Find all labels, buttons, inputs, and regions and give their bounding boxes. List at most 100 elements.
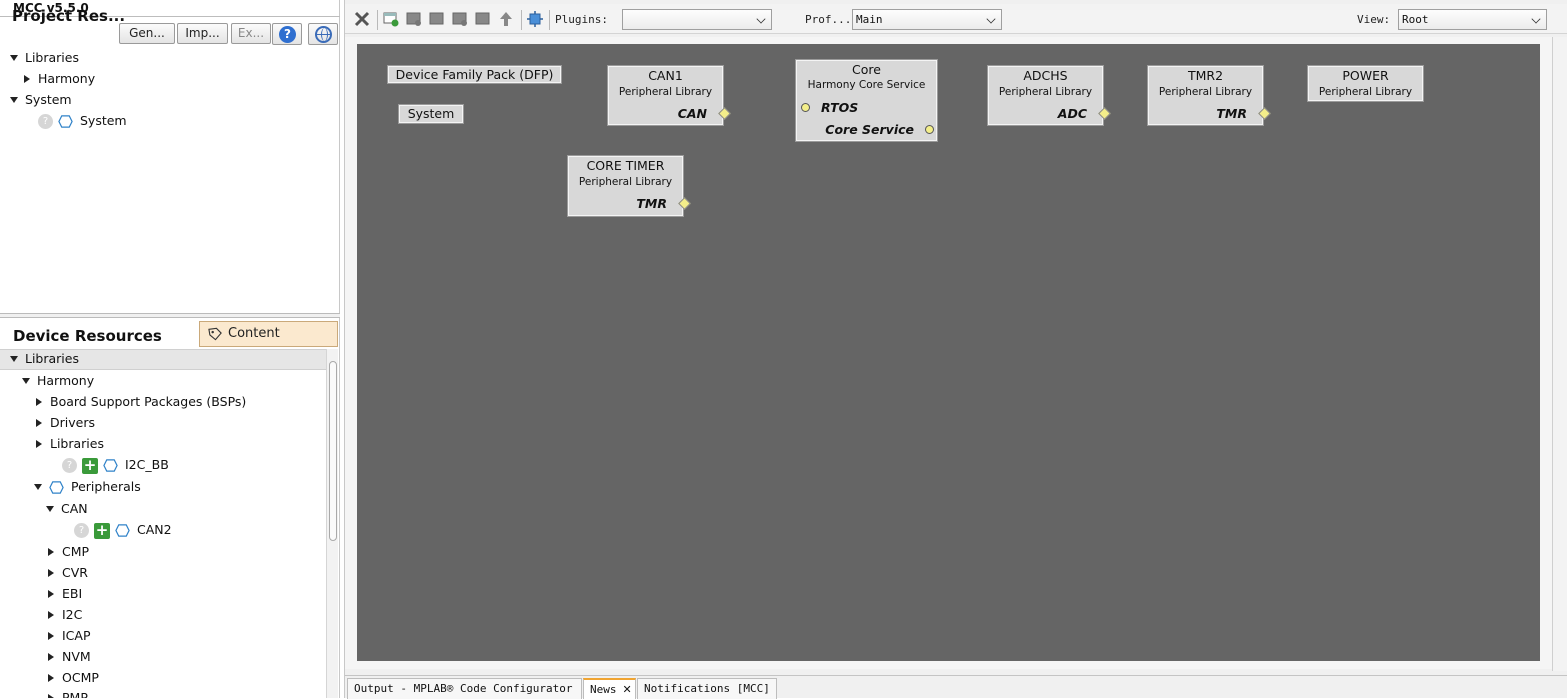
- view-label: View:: [1357, 13, 1391, 26]
- tree-item-ocmp[interactable]: OCMP: [48, 668, 99, 688]
- collapsed-arrow-icon[interactable]: [48, 589, 54, 598]
- tree-item-can[interactable]: CAN: [46, 499, 88, 519]
- tree-item-can2[interactable]: ? + CAN2: [74, 520, 172, 540]
- tree-item-drivers[interactable]: Drivers: [36, 413, 95, 433]
- group-icon[interactable]: [406, 11, 422, 27]
- node-port-label: ADC: [1057, 106, 1087, 121]
- node-subtitle: Peripheral Library: [998, 86, 1093, 98]
- tree-item-i2c-bb[interactable]: ? + I2C_BB: [62, 455, 169, 475]
- node-core-timer[interactable]: CORE TIMER Peripheral Library TMR: [567, 155, 691, 217]
- tree-item-libraries[interactable]: Libraries: [10, 349, 79, 369]
- tree-item-libraries[interactable]: Libraries: [10, 48, 79, 68]
- tree-item-pmp[interactable]: PMP: [48, 688, 88, 698]
- node-title: TMR2: [1187, 68, 1224, 83]
- tree-item-libraries-sub[interactable]: Libraries: [36, 434, 104, 454]
- port-diamond[interactable]: [718, 107, 731, 120]
- tree-item-harmony[interactable]: Harmony: [24, 69, 95, 89]
- collapsed-arrow-icon[interactable]: [24, 74, 30, 83]
- port-diamond[interactable]: [678, 197, 691, 210]
- node-tmr2[interactable]: TMR2 Peripheral Library TMR: [1147, 65, 1271, 126]
- chevron-down-icon: [756, 14, 766, 24]
- canvas-wrapper: Device Family Pack (DFP) System CAN1 Per…: [345, 37, 1554, 669]
- generate-button[interactable]: Gen...: [119, 23, 175, 44]
- tree-item-label: Harmony: [37, 373, 95, 388]
- bottom-tab-bar: Output - MPLAB® Code Configurator News ✕ …: [345, 675, 1567, 699]
- layer-icon[interactable]: [452, 11, 468, 27]
- plugins-dropdown[interactable]: [622, 9, 772, 30]
- fit-view-icon[interactable]: [527, 11, 543, 27]
- layer-remove-icon[interactable]: [475, 11, 491, 27]
- collapsed-arrow-icon[interactable]: [36, 439, 42, 448]
- expanded-arrow-icon[interactable]: [10, 96, 18, 103]
- tree-item-cvr[interactable]: CVR: [48, 563, 88, 583]
- expanded-arrow-icon[interactable]: [46, 505, 54, 512]
- scrollbar-thumb[interactable]: [329, 361, 337, 541]
- collapsed-arrow-icon[interactable]: [48, 610, 54, 619]
- expanded-arrow-icon[interactable]: [22, 377, 30, 384]
- tree-item-cmp[interactable]: CMP: [48, 542, 89, 562]
- collapsed-arrow-icon[interactable]: [48, 673, 54, 682]
- project-graph-canvas[interactable]: Device Family Pack (DFP) System CAN1 Per…: [357, 44, 1540, 661]
- up-arrow-icon[interactable]: [498, 11, 514, 27]
- tree-item-ebi[interactable]: EBI: [48, 584, 82, 604]
- tab-output[interactable]: Output - MPLAB® Code Configurator: [347, 678, 582, 699]
- ungroup-icon[interactable]: [429, 11, 445, 27]
- node-core[interactable]: Core Harmony Core Service RTOS Core Serv…: [795, 59, 938, 142]
- question-icon: ?: [38, 114, 53, 129]
- view-dropdown[interactable]: Root: [1398, 9, 1547, 30]
- node-adchs[interactable]: ADCHS Peripheral Library ADC: [987, 65, 1111, 126]
- node-can1[interactable]: CAN1 Peripheral Library CAN: [607, 65, 731, 126]
- help-button[interactable]: ?: [272, 23, 302, 45]
- collapsed-arrow-icon[interactable]: [36, 397, 42, 406]
- node-dfp[interactable]: Device Family Pack (DFP): [387, 65, 562, 84]
- add-component-icon[interactable]: +: [94, 522, 110, 539]
- composer-toolbar: Plugins: Prof... Main View: Root: [345, 4, 1567, 34]
- hexagon-icon: [49, 481, 64, 494]
- content-manager-button[interactable]: Content Manager: [199, 321, 338, 365]
- device-resources-title: Device Resources: [13, 327, 162, 345]
- tree-item-label: Libraries: [25, 351, 79, 366]
- panel-splitter[interactable]: [0, 313, 340, 318]
- tree-item-label: CAN2: [137, 522, 172, 537]
- tree-item-harmony[interactable]: Harmony: [22, 371, 94, 391]
- expanded-arrow-icon[interactable]: [10, 355, 18, 362]
- expanded-arrow-icon[interactable]: [10, 54, 18, 61]
- port-circle[interactable]: [925, 125, 934, 134]
- add-component-icon[interactable]: +: [82, 457, 98, 474]
- canvas-scrollbar[interactable]: [1552, 37, 1567, 671]
- tree-item-label: Drivers: [50, 415, 95, 430]
- port-diamond[interactable]: [1098, 107, 1111, 120]
- collapsed-arrow-icon[interactable]: [48, 652, 54, 661]
- expanded-arrow-icon[interactable]: [34, 483, 42, 490]
- close-icon[interactable]: [353, 10, 371, 28]
- device-resources-scrollbar[interactable]: [326, 349, 338, 698]
- tree-item-bsps[interactable]: Board Support Packages (BSPs): [36, 392, 246, 412]
- collapsed-arrow-icon[interactable]: [48, 568, 54, 577]
- collapsed-arrow-icon[interactable]: [48, 547, 54, 556]
- tree-item-peripherals[interactable]: Peripherals: [34, 477, 141, 497]
- tree-item-label: ICAP: [62, 628, 91, 643]
- tab-label: Notifications [MCC]: [644, 682, 770, 695]
- import-button[interactable]: Imp...: [177, 23, 228, 44]
- profile-dropdown[interactable]: Main: [852, 9, 1002, 30]
- tab-notifications[interactable]: Notifications [MCC]: [637, 678, 777, 699]
- close-icon[interactable]: ✕: [623, 683, 632, 696]
- export-button[interactable]: Ex...: [231, 23, 271, 44]
- collapsed-arrow-icon[interactable]: [48, 631, 54, 640]
- port-circle[interactable]: [801, 103, 810, 112]
- node-power[interactable]: POWER Peripheral Library: [1307, 65, 1424, 102]
- tree-item-system[interactable]: ? System: [38, 111, 127, 131]
- tree-item-i2c[interactable]: I2C: [48, 605, 82, 625]
- node-system[interactable]: System: [398, 104, 464, 124]
- tree-item-system-group[interactable]: System: [10, 90, 72, 110]
- tree-item-nvm[interactable]: NVM: [48, 647, 91, 667]
- new-component-icon[interactable]: [383, 11, 399, 27]
- tree-item-icap[interactable]: ICAP: [48, 626, 91, 646]
- tab-news[interactable]: News ✕: [583, 678, 636, 699]
- node-subtitle: Peripheral Library: [618, 86, 713, 98]
- collapsed-arrow-icon[interactable]: [36, 418, 42, 427]
- web-button[interactable]: [308, 23, 338, 45]
- collapsed-arrow-icon[interactable]: [48, 693, 54, 698]
- port-diamond[interactable]: [1258, 107, 1271, 120]
- toolbar-separator: [521, 10, 522, 30]
